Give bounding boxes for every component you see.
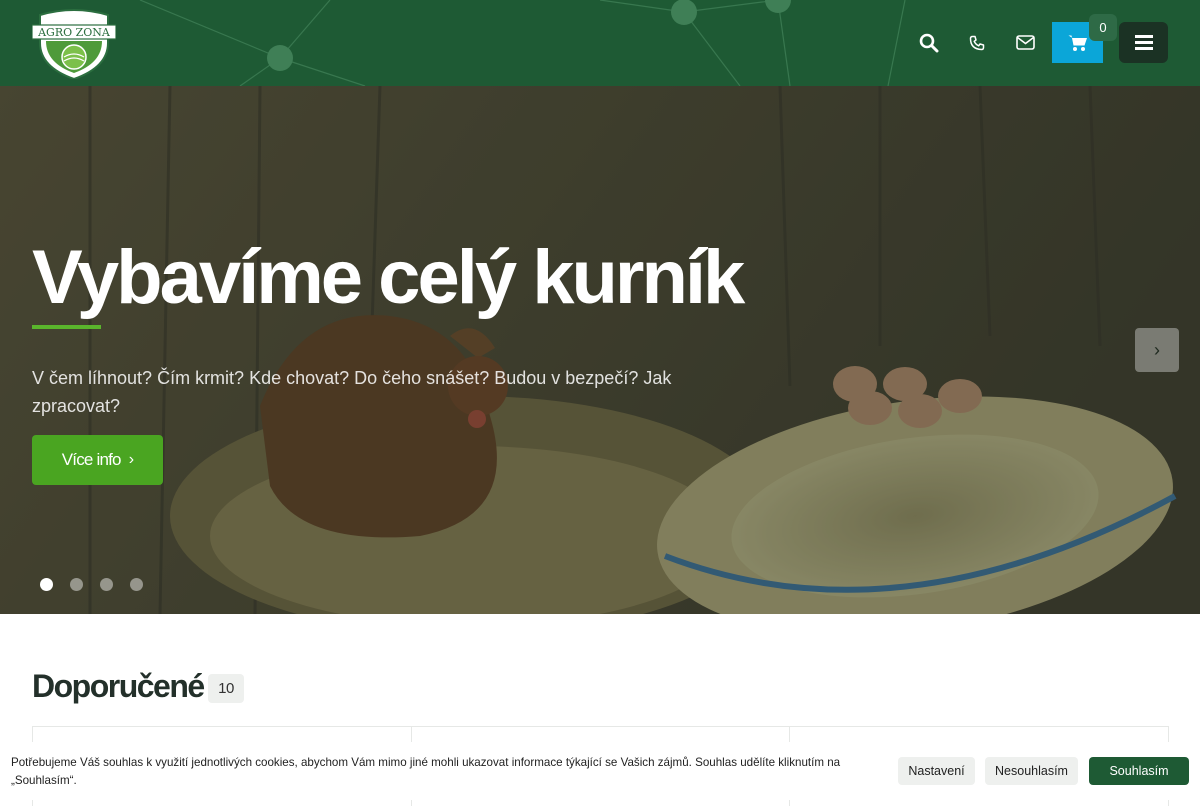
menu-button[interactable] (1119, 22, 1168, 63)
chevron-right-icon: › (128, 451, 134, 468)
site-header: AGRO ZONA 0 (0, 0, 1200, 86)
slider-dot-4[interactable] (130, 578, 143, 591)
slider-dot-2[interactable] (70, 578, 83, 591)
more-info-label: Více info (61, 450, 122, 469)
section-title: Doporučené (32, 668, 205, 704)
chevron-right-icon: › (1154, 339, 1160, 360)
section-count-badge: 10 (208, 674, 244, 703)
cookie-decline-button[interactable]: Nesouhlasím (985, 757, 1078, 785)
hero-subtitle: V čem líhnout? Čím krmit? Kde chovat? Do… (32, 368, 672, 416)
cookie-accept-button[interactable]: Souhlasím (1089, 757, 1189, 785)
agro-zona-logo[interactable]: AGRO ZONA (32, 7, 116, 79)
hero-title-underline (32, 325, 101, 329)
slider-next-button[interactable]: › (1135, 328, 1179, 372)
menu-icon (1134, 35, 1153, 50)
slider-dot-1[interactable] (40, 578, 53, 591)
hero-slider: Vybavíme celý kurník V čem líhnout? Čím … (0, 86, 1200, 614)
mail-icon (1015, 35, 1035, 50)
search-button[interactable] (906, 23, 952, 63)
phone-icon (969, 35, 985, 50)
hero-background-image (0, 86, 1200, 614)
cookie-text: Potřebujeme Váš souhlas k využití jednot… (11, 756, 841, 787)
header-actions: 0 (904, 14, 1168, 63)
cart-icon (1068, 35, 1087, 51)
hero-title: Vybavíme celý kurník (32, 235, 745, 320)
cart-button[interactable]: 0 (1052, 14, 1117, 63)
cart-count-badge: 0 (1089, 14, 1117, 41)
more-info-button[interactable]: Více info › (32, 435, 163, 485)
slider-dot-3[interactable] (100, 578, 113, 591)
mail-button[interactable] (1002, 23, 1048, 63)
slider-dots (40, 578, 160, 591)
logo-text: AGRO ZONA (37, 26, 111, 39)
phone-button[interactable] (954, 23, 1000, 63)
search-icon (919, 33, 939, 52)
cookie-settings-button[interactable]: Nastavení (898, 757, 975, 785)
